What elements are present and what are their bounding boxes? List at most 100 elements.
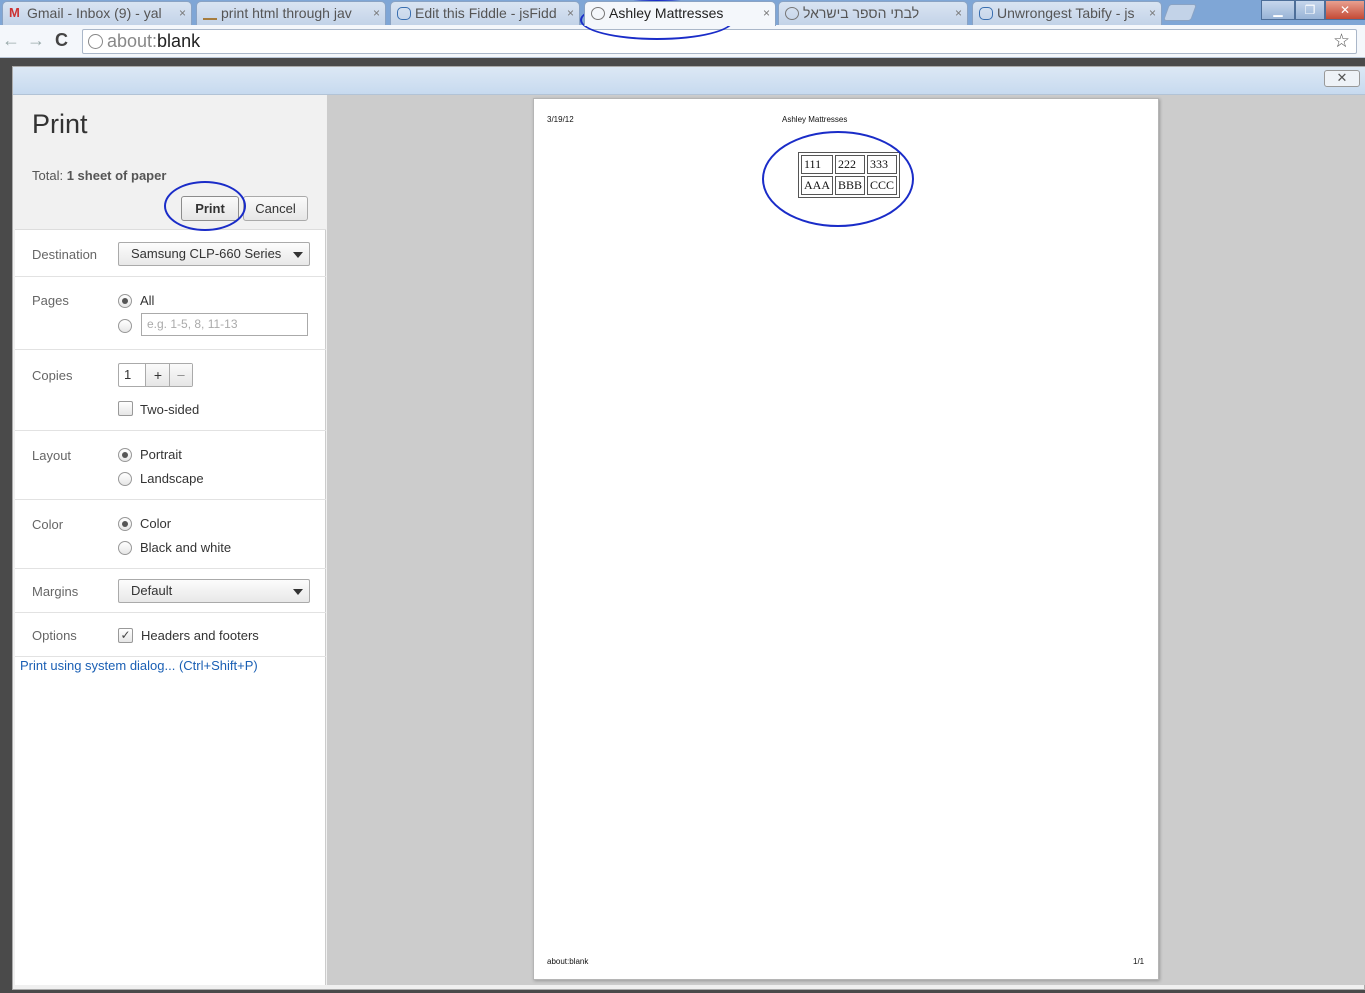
portrait-radio[interactable] <box>118 448 132 462</box>
margins-value: Default <box>131 583 173 598</box>
forward-button[interactable]: → <box>27 30 45 51</box>
landscape-label: Landscape <box>140 471 204 486</box>
back-button[interactable]: ← <box>2 30 20 51</box>
options-label: Options <box>32 628 77 643</box>
tab-hebrew[interactable]: לבתי הספר בישראל × <box>778 1 968 25</box>
tab-unwrongest-tabify[interactable]: Unwrongest Tabify - js × <box>972 1 1162 25</box>
cancel-button[interactable]: Cancel <box>243 196 308 221</box>
pages-range-radio[interactable] <box>118 319 132 333</box>
destination-value: Samsung CLP-660 Series <box>131 246 282 261</box>
close-icon[interactable]: × <box>373 2 380 24</box>
dialog-close-button[interactable]: ✕ <box>1324 70 1360 87</box>
bookmark-star-icon[interactable]: ☆ <box>1333 30 1350 53</box>
color-section: Color Color Black and white <box>15 500 326 569</box>
table-cell: 333 <box>867 155 898 174</box>
tab-label: Gmail - Inbox (9) - yal <box>27 5 162 21</box>
globe-icon <box>785 7 799 20</box>
page-title: Print <box>32 109 88 139</box>
decrement-button[interactable]: – <box>169 364 192 386</box>
globe-icon <box>591 7 605 20</box>
margins-label: Margins <box>32 584 79 599</box>
table-cell: AAA <box>801 176 833 195</box>
two-sided-checkbox[interactable] <box>118 401 133 416</box>
print-preview-area: 3/19/12 Ashley Mattresses 111 222 333 AA… <box>327 95 1365 985</box>
table-row: 111 222 333 <box>801 155 898 174</box>
copies-stepper[interactable]: 1 + – <box>118 363 193 387</box>
table-cell: 111 <box>801 155 833 174</box>
close-icon[interactable]: × <box>955 2 962 24</box>
close-icon[interactable]: × <box>179 2 186 24</box>
stackoverflow-icon <box>203 7 217 20</box>
tab-jsfiddle[interactable]: Edit this Fiddle - jsFidd × <box>390 1 580 25</box>
destination-select[interactable]: Samsung CLP-660 Series <box>118 242 310 266</box>
landscape-radio[interactable] <box>118 472 132 486</box>
margins-select[interactable]: Default <box>118 579 310 603</box>
tab-label: לבתי הספר בישראל <box>803 5 920 21</box>
layout-section: Layout Portrait Landscape <box>15 431 326 500</box>
address-bar[interactable]: about:blank ☆ <box>82 29 1357 54</box>
tab-print-html[interactable]: print html through jav × <box>196 1 386 25</box>
close-icon[interactable]: × <box>1149 2 1156 24</box>
destination-label: Destination <box>32 247 98 262</box>
dialog-titlebar: ✕ <box>13 67 1365 95</box>
table-row: AAA BBB CCC <box>801 176 898 195</box>
increment-button[interactable]: + <box>145 364 170 386</box>
chevron-down-icon <box>293 252 303 258</box>
cloud-icon <box>397 7 411 20</box>
layout-label: Layout <box>32 448 72 463</box>
tab-label: Edit this Fiddle - jsFidd <box>415 5 557 21</box>
maximize-button[interactable]: ❐ <box>1295 0 1325 20</box>
options-section: Options ✓ Headers and footers <box>15 613 326 657</box>
pages-label: Pages <box>32 293 69 308</box>
close-icon[interactable]: × <box>567 2 574 24</box>
copies-label: Copies <box>32 368 73 383</box>
color-option-label: Color <box>140 516 172 531</box>
black-white-radio[interactable] <box>118 541 132 555</box>
pages-range-input[interactable]: e.g. 1-5, 8, 11-13 <box>141 313 308 336</box>
preview-table: 111 222 333 AAA BBB CCC <box>798 152 901 198</box>
print-settings-panel: Print Total: 1 sheet of paper Print Canc… <box>15 95 326 985</box>
color-radio[interactable] <box>118 517 132 531</box>
chevron-down-icon <box>293 589 303 595</box>
system-dialog-link[interactable]: Print using system dialog... (Ctrl+Shift… <box>20 658 258 673</box>
pages-all-label: All <box>140 293 155 308</box>
pages-all-radio[interactable] <box>118 294 132 308</box>
tab-label: Ashley Mattresses <box>609 5 724 21</box>
tab-label: print html through jav <box>221 5 352 21</box>
print-button[interactable]: Print <box>181 196 239 221</box>
table-cell: BBB <box>835 176 866 195</box>
preview-page: 3/19/12 Ashley Mattresses 111 222 333 AA… <box>533 98 1159 980</box>
header-title: Ashley Mattresses <box>782 115 848 124</box>
close-icon[interactable]: × <box>763 2 770 24</box>
minimize-button[interactable]: ▁ <box>1261 0 1295 20</box>
headers-footers-checkbox[interactable]: ✓ <box>118 628 133 643</box>
tab-strip: M Gmail - Inbox (9) - yal × print html t… <box>0 0 1365 26</box>
table-cell: CCC <box>867 176 898 195</box>
destination-section: Destination Samsung CLP-660 Series <box>15 231 326 277</box>
reload-button[interactable]: C <box>55 30 68 51</box>
tab-ashley-mattresses[interactable]: Ashley Mattresses × <box>584 1 776 26</box>
tab-label: Unwrongest Tabify - js <box>997 5 1135 21</box>
footer-url: about:blank <box>547 957 589 966</box>
color-label: Color <box>32 517 64 532</box>
browser-toolbar: ← → C about:blank ☆ <box>0 25 1365 58</box>
page-info-icon[interactable] <box>88 34 103 49</box>
header-date: 3/19/12 <box>547 115 574 124</box>
cloud-icon <box>979 7 993 20</box>
tab-gmail[interactable]: M Gmail - Inbox (9) - yal × <box>2 1 192 25</box>
window-close-button[interactable]: ✕ <box>1325 0 1365 20</box>
two-sided-label: Two-sided <box>140 402 200 417</box>
url-path: blank <box>157 31 201 51</box>
total-value: 1 sheet of paper <box>66 168 167 183</box>
table-cell: 222 <box>835 155 866 174</box>
black-white-label: Black and white <box>140 540 232 555</box>
headers-footers-label: Headers and footers <box>141 628 259 643</box>
new-tab-button[interactable] <box>1162 4 1198 21</box>
copies-value[interactable]: 1 <box>124 367 131 382</box>
pages-section: Pages All e.g. 1-5, 8, 11-13 <box>15 277 326 350</box>
url-scheme: about: <box>107 31 158 51</box>
gmail-icon: M <box>9 5 20 20</box>
portrait-label: Portrait <box>140 447 182 462</box>
total-summary: Total: 1 sheet of paper <box>32 168 166 183</box>
footer-page-number: 1/1 <box>1133 957 1145 966</box>
